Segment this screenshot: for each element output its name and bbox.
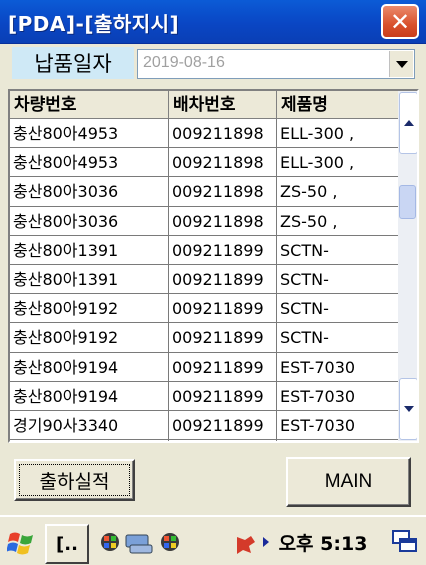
arrow-down-icon — [403, 406, 414, 412]
product-name-cell: SCTN- — [277, 236, 398, 265]
close-button[interactable]: ✕ — [381, 4, 419, 39]
scroll-down-button[interactable] — [399, 378, 417, 440]
dispatch-no-cell: 009211899 — [169, 440, 277, 441]
arrow-up-icon — [403, 120, 414, 126]
task-button[interactable]: [.. — [45, 524, 89, 564]
vehicle-no-cell: 충산80아3036 — [10, 177, 169, 207]
title-bar: [PDA]-[출하지시] — [0, 0, 426, 44]
vehicle-no-cell: 충산80아1391 — [10, 264, 169, 295]
taskbar: [.. 오후 5:13 — [0, 515, 426, 565]
vehicle-no-cell: 충산80아4953 — [10, 148, 169, 178]
vehicle-no-cell: 충산80아9194 — [10, 352, 169, 382]
table-row[interactable]: 충산80아1391 009211899 SCTN- — [10, 264, 398, 295]
dispatch-no-cell: 009211898 — [169, 177, 277, 207]
column-header-product-name[interactable]: 제품명 — [277, 91, 398, 119]
dispatch-no-cell: 009211898 — [169, 119, 277, 149]
table-row[interactable]: 충산80아9192 009211899 SCTN- — [10, 294, 398, 324]
vehicle-no-cell: 충산80아9192 — [10, 294, 169, 324]
main-button[interactable]: MAIN — [286, 457, 411, 507]
product-name-cell: ZS-50 , — [277, 177, 398, 207]
delivery-date-select[interactable]: 2019-08-16 — [137, 49, 415, 79]
vehicle-no-cell: 경기90사3340 — [10, 410, 169, 441]
product-name-cell: EST-7030 — [277, 411, 398, 441]
dispatch-no-cell: 009211899 — [169, 264, 277, 295]
table-row[interactable]: 충산80아9194 009211899 EST-7030 — [10, 352, 398, 382]
system-tray — [96, 524, 190, 560]
dispatch-no-cell: 009211899 — [169, 323, 277, 353]
product-name-cell: ZS-50 , — [277, 207, 398, 236]
table-row[interactable]: 경기90사3340009211899EST-7030 — [10, 410, 398, 441]
table-row[interactable]: 충산80아9192 009211899 SCTN- — [10, 323, 398, 353]
vehicle-no-cell: 경기90사3340 — [10, 440, 169, 441]
show-desktop-icon[interactable] — [388, 524, 422, 560]
table-row[interactable]: 충산80아4953 009211898 ELL-300 , — [10, 119, 398, 149]
volume-icon[interactable] — [233, 529, 275, 555]
window-title: [PDA]-[출하지시] — [8, 12, 180, 36]
scroll-thumb[interactable] — [399, 185, 416, 219]
sync-icon[interactable] — [125, 534, 153, 554]
list-rows: 충산80아4953 009211898 ELL-300 , 충산80아4953 0092… — [10, 119, 398, 441]
product-name-cell: EST-7030 — [277, 353, 398, 382]
column-header-dispatch-no[interactable]: 배차번호 — [169, 91, 277, 119]
dispatch-no-cell: 009211899 — [169, 352, 277, 382]
product-name-cell: ELL-300 , — [277, 148, 398, 178]
table-row[interactable]: 충산80아4953 009211898 ELL-300 , — [10, 148, 398, 178]
product-name-cell: EST-7030 — [277, 382, 398, 411]
table-row[interactable]: 충산80아9194 009211899 EST-7030 — [10, 381, 398, 411]
delivery-date-label: 납품일자 — [12, 47, 134, 79]
list-header: 차량번호 배차번호 제품명 — [10, 91, 398, 119]
column-header-vehicle-no[interactable]: 차량번호 — [10, 91, 169, 119]
product-name-cell: ELL-300 , — [277, 119, 398, 149]
dispatch-no-cell: 009211898 — [169, 206, 277, 236]
delivery-date-value: 2019-08-16 — [143, 54, 225, 71]
dropdown-button[interactable] — [389, 51, 413, 77]
product-name-cell: EST-7030 — [277, 440, 398, 441]
table-row[interactable]: 경기90사3340009211899EST-7030 — [10, 440, 398, 441]
table-row[interactable]: 충산80아3036 009211898 ZS-50 , — [10, 206, 398, 236]
dispatch-no-cell: 009211899 — [169, 381, 277, 411]
product-name-cell: SCTN- — [277, 265, 398, 295]
table-row[interactable]: 충산80아3036 009211898 ZS-50 , — [10, 177, 398, 207]
vehicle-no-cell: 충산80아9192 — [10, 323, 169, 353]
dispatch-no-cell: 009211899 — [169, 294, 277, 324]
shipment-results-button[interactable]: 출하실적 — [14, 459, 135, 501]
vehicle-no-cell: 충산80아3036 — [10, 206, 169, 236]
shipment-list[interactable]: 차량번호 배차번호 제품명 충산80아4953 009211898 ELL-300 … — [8, 89, 419, 443]
table-row[interactable]: 충산80아1391 009211899 SCTN- — [10, 235, 398, 265]
vertical-scrollbar[interactable] — [398, 91, 417, 441]
chevron-down-icon — [395, 60, 408, 68]
product-name-cell: SCTN- — [277, 323, 398, 353]
vehicle-no-cell: 충산80아1391 — [10, 235, 169, 265]
clock-area[interactable]: 오후 5:13 — [220, 524, 380, 560]
connection-icon[interactable] — [161, 533, 179, 551]
product-name-cell: SCTN- — [277, 294, 398, 324]
dispatch-no-cell: 009211899 — [169, 410, 277, 441]
scroll-up-button[interactable] — [399, 92, 417, 154]
network-icon[interactable] — [101, 533, 119, 551]
vehicle-no-cell: 충산80아9194 — [10, 381, 169, 411]
windows-start-icon[interactable] — [4, 524, 40, 560]
vehicle-no-cell: 충산80아4953 — [10, 119, 169, 149]
clock-text: 오후 5:13 — [278, 532, 368, 555]
dispatch-no-cell: 009211898 — [169, 148, 277, 178]
dispatch-no-cell: 009211899 — [169, 235, 277, 265]
